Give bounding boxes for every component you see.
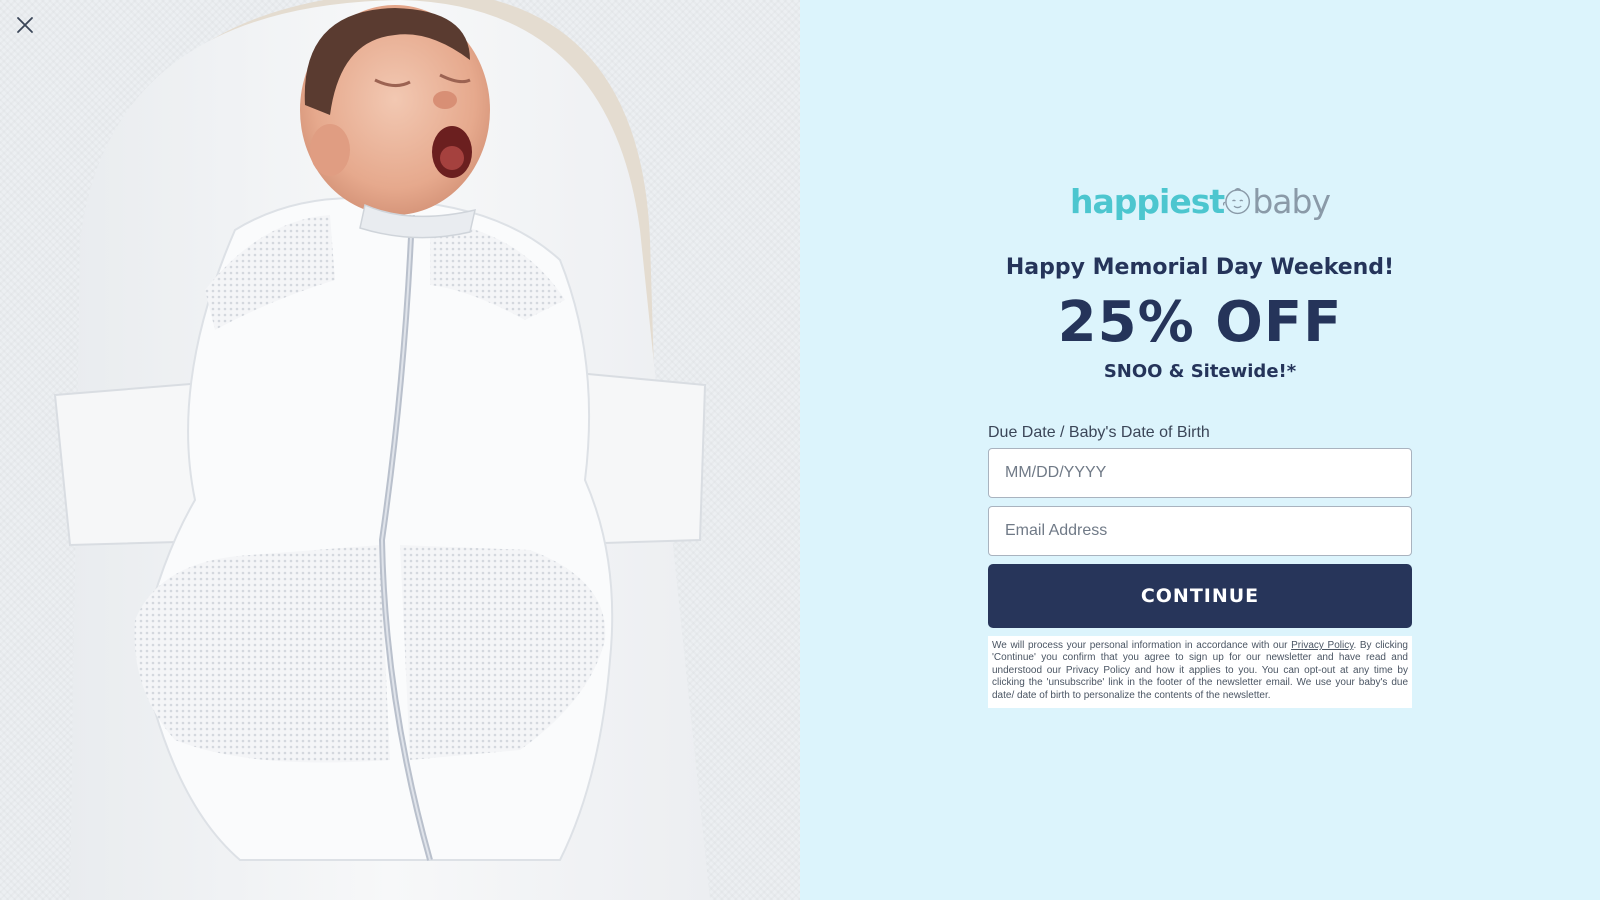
swaddled-baby-illustration — [53, 0, 710, 900]
promo-headline: Happy Memorial Day Weekend! — [1005, 255, 1395, 280]
privacy-policy-link[interactable]: Privacy Policy — [1291, 640, 1353, 651]
promo-subline: SNOO & Sitewide!* — [1103, 361, 1297, 382]
due-date-input[interactable] — [988, 448, 1412, 498]
email-input[interactable] — [988, 506, 1412, 556]
logo-text-happiest: happiest — [1070, 181, 1225, 221]
close-icon[interactable] — [16, 16, 34, 34]
hero-photo — [0, 0, 800, 900]
happiest-baby-logo: happiest baby — [1070, 178, 1331, 224]
signup-panel: happiest baby Happy Memorial Day Weekend… — [800, 0, 1600, 900]
baby-face-icon — [1223, 188, 1251, 215]
logo-text-baby: baby — [1252, 181, 1331, 221]
promo-discount: 25% OFF — [1057, 290, 1343, 355]
due-date-label: Due Date / Baby's Date of Birth — [988, 424, 1210, 441]
disclaimer-text-start: We will process your personal informatio… — [992, 640, 1292, 651]
privacy-disclaimer: We will process your personal informatio… — [988, 636, 1412, 709]
continue-button[interactable]: CONTINUE — [988, 564, 1412, 628]
close-button[interactable] — [12, 12, 38, 38]
